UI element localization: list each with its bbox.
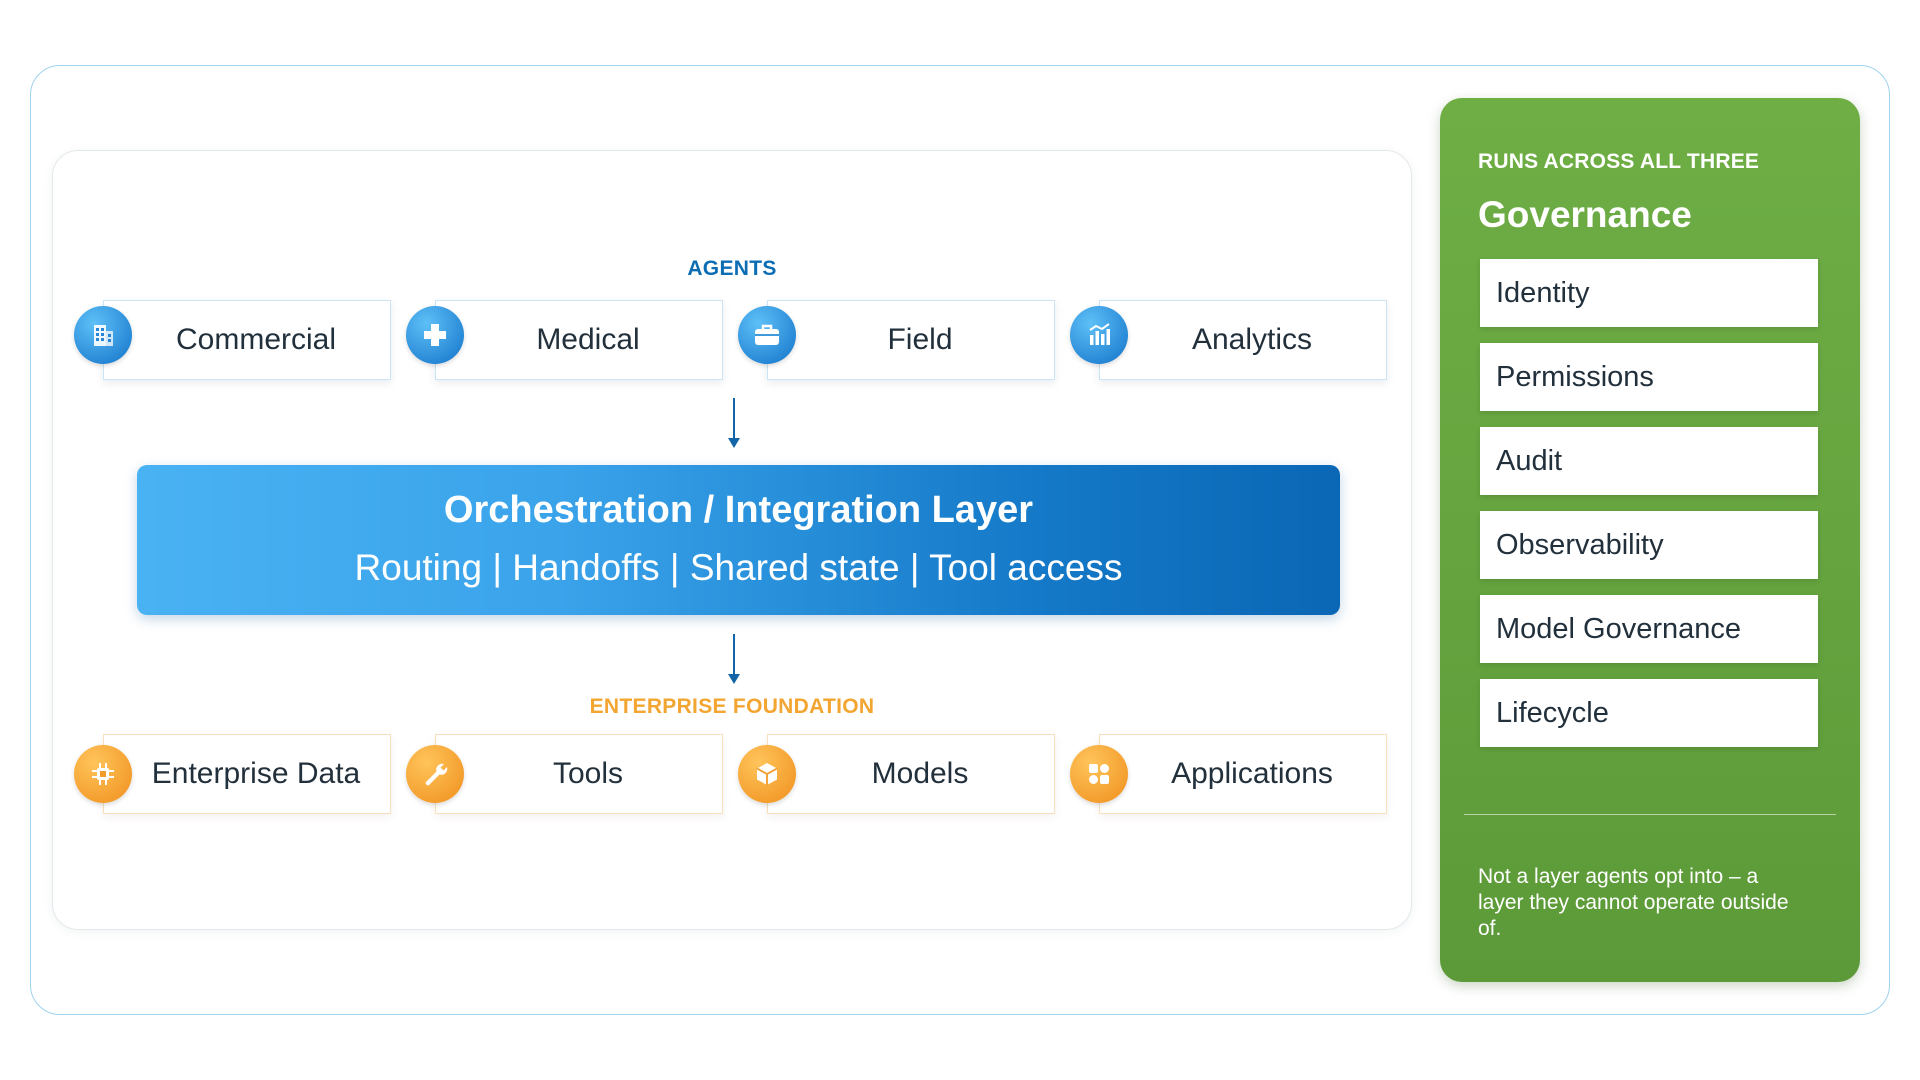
governance-item-audit: Audit: [1480, 427, 1818, 495]
foundation-card-applications: Applications: [1099, 734, 1387, 814]
wrench-icon: [406, 745, 464, 803]
analytics-chart-icon: [1070, 306, 1128, 364]
cube-icon: [738, 745, 796, 803]
flow-arrow-orchestration-to-foundation: [728, 634, 740, 684]
foundation-label: Models: [871, 757, 969, 790]
app-grid-icon: [1070, 745, 1128, 803]
foundation-card-tools: Tools: [435, 734, 723, 814]
data-chip-icon: [74, 745, 132, 803]
agent-label: Medical: [536, 323, 640, 356]
orchestration-layer: Orchestration / Integration Layer Routin…: [137, 465, 1340, 615]
governance-divider: [1464, 814, 1836, 815]
governance-item-observability: Observability: [1480, 511, 1818, 579]
governance-item-model-governance: Model Governance: [1480, 595, 1818, 663]
foundation-label: Enterprise Data: [151, 757, 361, 790]
foundation-card-enterprise-data: Enterprise Data: [103, 734, 391, 814]
governance-item-identity: Identity: [1480, 259, 1818, 327]
briefcase-icon: [738, 306, 796, 364]
governance-title: Governance: [1478, 194, 1692, 235]
agent-card-medical: Medical: [435, 300, 723, 380]
agent-label: Analytics: [1191, 323, 1313, 356]
orchestration-title: Orchestration / Integration Layer: [443, 489, 1034, 531]
governance-note: Not a layer agents opt into – a layer th…: [1478, 865, 1789, 940]
governance-item-lifecycle: Lifecycle: [1480, 679, 1818, 747]
agents-section-label: AGENTS: [687, 257, 777, 280]
agent-card-field: Field: [767, 300, 1055, 380]
foundation-label: Tools: [552, 757, 624, 790]
governance-item-permissions: Permissions: [1480, 343, 1818, 411]
agent-card-analytics: Analytics: [1099, 300, 1387, 380]
governance-kicker: RUNS ACROSS ALL THREE: [1478, 150, 1760, 173]
medical-cross-icon: [406, 306, 464, 364]
agent-card-commercial: Commercial: [103, 300, 391, 380]
foundation-label: Applications: [1171, 757, 1333, 790]
building-icon: [74, 306, 132, 364]
agent-label: Field: [887, 323, 953, 356]
orchestration-subtitle: Routing | Handoffs | Shared state | Tool…: [354, 547, 1123, 588]
agent-label: Commercial: [175, 323, 337, 356]
foundation-section-label: ENTERPRISE FOUNDATION: [589, 695, 875, 718]
governance-panel: RUNS ACROSS ALL THREE Governance Identit…: [1440, 98, 1860, 982]
flow-arrow-agents-to-orchestration: [728, 398, 740, 448]
foundation-card-models: Models: [767, 734, 1055, 814]
